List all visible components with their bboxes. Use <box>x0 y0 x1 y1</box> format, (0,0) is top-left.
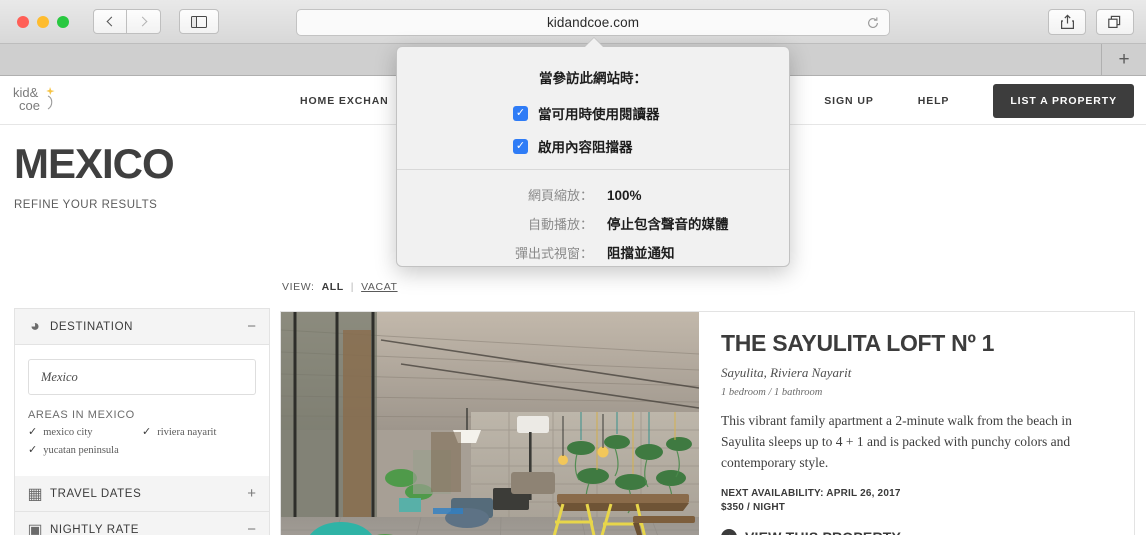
pop-up-windows-value[interactable]: 阻擋並通知 <box>607 242 675 262</box>
maximize-window-button[interactable] <box>57 15 69 28</box>
property-photo[interactable]: kid& coe <box>281 312 699 535</box>
auto-play-value[interactable]: 停止包含聲音的媒體 <box>607 213 729 233</box>
property-listing-card[interactable]: kid& coe THE SAYULITA LOFT Nº 1 Sayulita… <box>280 311 1135 535</box>
arrow-right-icon: ➜ <box>721 529 737 535</box>
kidandcoe-logo[interactable]: kid& coe <box>12 83 60 117</box>
browser-toolbar: kidandcoe.com <box>0 0 1146 44</box>
list-a-property-button[interactable]: LIST A PROPERTY <box>993 83 1134 118</box>
filter-destination-label: DESTINATION <box>50 320 134 333</box>
area-label: riviera nayarit <box>157 427 217 438</box>
filter-destination-body: AREAS IN MEXICO ✓ mexico city ✓ riviera … <box>15 345 269 476</box>
property-availability: NEXT AVAILABILITY: APRIL 26, 2017 <box>721 488 901 500</box>
property-description: This vibrant family apartment a 2-minute… <box>721 413 1072 471</box>
areas-in-mexico-label: AREAS IN MEXICO <box>28 409 135 421</box>
filters-sidebar: ◕ DESTINATION − AREAS IN MEXICO ✓ mexico… <box>14 308 270 535</box>
property-photo-image <box>281 312 699 535</box>
filter-travel-dates-header[interactable]: ▦ TRAVEL DATES + <box>15 476 269 512</box>
view-option-vacation-rentals[interactable]: VACAT <box>361 281 397 293</box>
checkbox-checked-icon[interactable]: ✓ <box>513 138 528 154</box>
property-rooms: 1 bedroom / 1 bathroom <box>721 387 823 399</box>
page-zoom-label: 網頁縮放： <box>527 188 593 203</box>
nav-sign-up[interactable]: SIGN UP <box>824 95 873 107</box>
pop-up-windows-label: 彈出式視窗： <box>514 246 593 261</box>
reload-icon[interactable] <box>866 16 880 30</box>
share-icon <box>1060 14 1074 29</box>
filter-destination: ◕ DESTINATION − AREAS IN MEXICO ✓ mexico… <box>15 309 269 476</box>
property-info: THE SAYULITA LOFT Nº 1 Sayulita, Riviera… <box>699 312 1134 535</box>
share-button[interactable] <box>1048 9 1086 35</box>
area-label: mexico city <box>43 427 93 438</box>
checkmark-icon: ✓ <box>142 426 152 438</box>
chevron-right-icon <box>137 16 148 27</box>
sidebar-toggle-button[interactable] <box>179 9 219 34</box>
areas-checkbox-group: ✓ mexico city ✓ riviera nayarit ✓ yucata… <box>28 427 256 463</box>
toolbar-right-buttons <box>1048 9 1134 35</box>
view-prefix: VIEW: <box>282 281 315 293</box>
safari-window: kidandcoe.com + kid& coe HOME EXCHAN SIG… <box>0 0 1146 535</box>
tab-overview-icon <box>1108 15 1121 28</box>
use-reader-label: 當可用時使用閱讀器 <box>538 107 660 122</box>
minimize-window-button[interactable] <box>37 15 49 28</box>
auto-play-label: 自動播放： <box>527 217 593 232</box>
tab-overview-button[interactable] <box>1096 9 1134 35</box>
filter-travel-dates-toggle[interactable]: + <box>247 486 256 501</box>
checkbox-checked-icon[interactable]: ✓ <box>513 105 528 121</box>
area-label: yucatan peninsula <box>43 445 119 456</box>
area-checkbox-mexico-city[interactable]: ✓ mexico city <box>28 426 142 439</box>
property-location: Sayulita, Riviera Nayarit <box>721 365 852 381</box>
checkmark-icon: ✓ <box>28 444 38 456</box>
filter-travel-dates-label: TRAVEL DATES <box>50 487 142 500</box>
filter-destination-header[interactable]: ◕ DESTINATION − <box>15 309 269 345</box>
nav-home-exchange[interactable]: HOME EXCHAN <box>300 95 389 107</box>
property-price: $350 / NIGHT <box>721 502 786 514</box>
page-zoom-row[interactable]: 網頁縮放： 100% <box>397 185 789 204</box>
back-button[interactable] <box>93 9 127 34</box>
new-tab-button[interactable]: + <box>1101 44 1146 75</box>
globe-icon: ◕ <box>30 317 40 335</box>
checkmark-icon: ✓ <box>28 426 38 438</box>
filter-nightly-rate-header[interactable]: ▣ NIGHTLY RATE − <box>15 512 269 535</box>
chevron-left-icon <box>106 16 116 27</box>
page-zoom-value[interactable]: 100% <box>607 188 642 203</box>
area-checkbox-riviera-nayarit[interactable]: ✓ riviera nayarit <box>142 426 256 439</box>
view-this-property-label: VIEW THIS PROPERTY <box>745 529 901 535</box>
money-icon: ▣ <box>27 521 43 535</box>
website-settings-popover: 當參訪此網站時： ✓ 當可用時使用閱讀器 ✓ 啟用內容阻擋器 網頁縮放： 100… <box>396 38 790 267</box>
area-checkbox-yucatan-peninsula[interactable]: ✓ yucatan peninsula <box>28 444 142 457</box>
window-controls <box>17 15 69 28</box>
filter-destination-toggle[interactable]: − <box>247 319 256 334</box>
view-option-all[interactable]: ALL <box>322 281 344 293</box>
logo-icon: kid& coe <box>13 85 55 113</box>
navigation-buttons <box>93 9 161 34</box>
close-window-button[interactable] <box>17 15 29 28</box>
filter-nightly-rate: ▣ NIGHTLY RATE − <box>15 512 269 535</box>
filter-nightly-rate-label: NIGHTLY RATE <box>50 523 139 535</box>
popover-checkbox-group: ✓ 當可用時使用閱讀器 ✓ 啟用內容阻擋器 <box>397 87 789 156</box>
destination-input[interactable] <box>28 359 256 395</box>
svg-text:coe: coe <box>19 98 40 113</box>
sidebar-icon <box>191 15 207 28</box>
popover-title: 當參訪此網站時： <box>539 71 647 86</box>
view-this-property-link[interactable]: ➜ VIEW THIS PROPERTY <box>721 529 1112 535</box>
view-filter-row: VIEW: ALL | VACAT <box>282 281 398 293</box>
nav-help[interactable]: HELP <box>918 95 950 107</box>
calendar-icon: ▦ <box>27 485 43 503</box>
forward-button[interactable] <box>127 9 161 34</box>
property-title: THE SAYULITA LOFT Nº 1 <box>721 330 995 356</box>
filter-travel-dates: ▦ TRAVEL DATES + <box>15 476 269 512</box>
use-reader-checkbox-row[interactable]: ✓ 當可用時使用閱讀器 <box>513 103 789 123</box>
popover-settings-rows: 網頁縮放： 100% 自動播放： 停止包含聲音的媒體 彈出式視窗： 阻擋並通知 <box>397 170 789 262</box>
auto-play-row[interactable]: 自動播放： 停止包含聲音的媒體 <box>397 213 789 233</box>
url-text: kidandcoe.com <box>546 15 640 30</box>
popover-arrow <box>585 38 603 47</box>
address-bar[interactable]: kidandcoe.com <box>296 9 890 36</box>
view-separator: | <box>350 281 355 293</box>
pop-up-windows-row[interactable]: 彈出式視窗： 阻擋並通知 <box>397 242 789 262</box>
filter-nightly-rate-toggle[interactable]: − <box>247 522 256 535</box>
content-blockers-label: 啟用內容阻擋器 <box>538 140 633 155</box>
content-blockers-checkbox-row[interactable]: ✓ 啟用內容阻擋器 <box>513 136 789 156</box>
